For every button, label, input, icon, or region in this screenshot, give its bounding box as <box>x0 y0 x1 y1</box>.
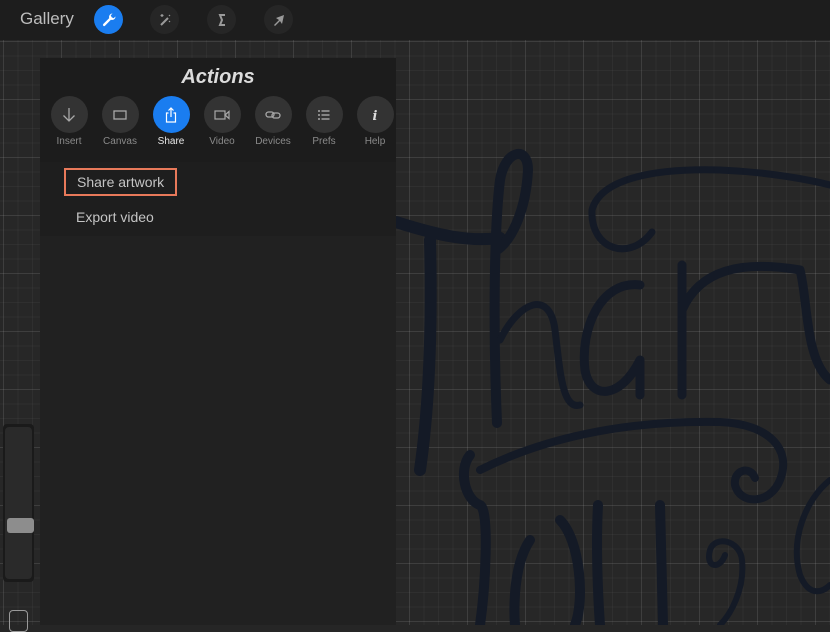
tab-devices[interactable]: Devices <box>248 96 298 147</box>
svg-text:i: i <box>373 109 378 124</box>
rectangle-icon <box>113 109 127 120</box>
tab-label: Help <box>364 136 386 147</box>
actions-panel: Actions Insert Canvas Share Video Device… <box>40 58 396 625</box>
wrench-icon <box>102 13 115 26</box>
share-artwork-item[interactable]: Share artwork <box>64 168 178 196</box>
share-icon <box>165 106 177 123</box>
tab-share[interactable]: Share <box>146 96 196 147</box>
tab-help[interactable]: i Help <box>350 96 400 147</box>
share-menu: Share artwork Export video <box>40 162 396 236</box>
slider-track[interactable] <box>5 427 34 579</box>
tab-prefs[interactable]: Prefs <box>299 96 349 147</box>
adjustments-tool-button[interactable] <box>150 5 179 34</box>
tab-label: Prefs <box>312 136 336 147</box>
tab-canvas[interactable]: Canvas <box>95 96 145 147</box>
transform-tool-button[interactable] <box>264 5 293 34</box>
gallery-button[interactable]: Gallery <box>20 9 74 29</box>
list-icon <box>318 109 330 120</box>
selection-s-icon <box>218 13 225 26</box>
link-icon <box>265 110 281 119</box>
top-toolbar: Gallery <box>0 0 830 40</box>
selection-tool-button[interactable] <box>207 5 236 34</box>
tab-label: Share <box>157 136 185 147</box>
arrow-down-icon <box>63 107 75 122</box>
actions-title: Actions <box>181 66 255 88</box>
modify-button[interactable] <box>9 610 28 632</box>
tab-label: Devices <box>255 136 291 147</box>
brush-size-slider[interactable] <box>3 424 34 582</box>
arrow-cursor-icon <box>273 14 284 26</box>
export-video-item[interactable]: Export video <box>76 209 154 225</box>
tab-video[interactable]: Video <box>197 96 247 147</box>
video-camera-icon <box>214 109 230 120</box>
actions-header: Actions Insert Canvas Share Video Device… <box>40 58 396 162</box>
tab-label: Insert <box>56 136 82 147</box>
magic-wand-icon <box>159 13 170 26</box>
actions-tabs: Insert Canvas Share Video Devices Prefs <box>44 96 396 152</box>
tab-label: Canvas <box>103 136 137 147</box>
actions-tool-button[interactable] <box>94 5 123 34</box>
tab-label: Video <box>209 136 235 147</box>
info-icon: i <box>373 109 378 124</box>
tab-insert[interactable]: Insert <box>44 96 94 147</box>
slider-thumb[interactable] <box>7 518 34 533</box>
